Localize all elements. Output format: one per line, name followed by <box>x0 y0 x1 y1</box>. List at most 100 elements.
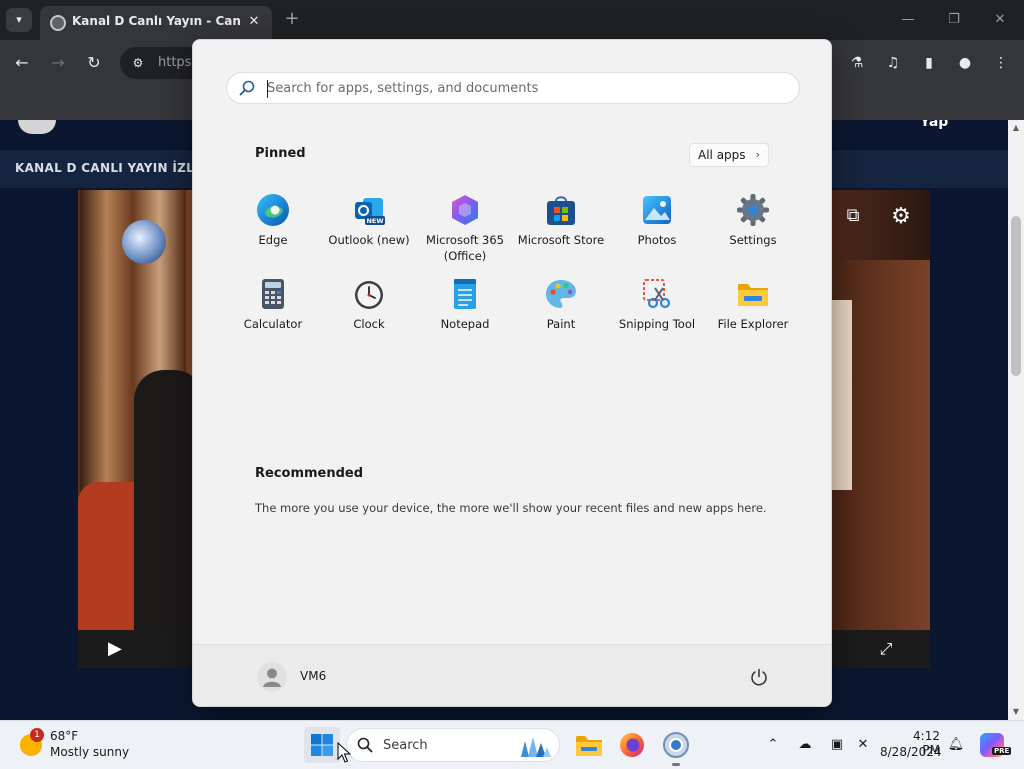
video-scene-figure <box>830 300 852 490</box>
play-icon[interactable]: ▶ <box>108 639 128 659</box>
weather-notification-badge: 1 <box>30 728 44 742</box>
pinned-app-paint[interactable]: Paint <box>513 276 609 356</box>
snipping-tool-icon <box>643 279 671 309</box>
user-name[interactable]: VM6 <box>300 669 326 683</box>
browser-tab-kanal-d[interactable]: Kanal D Canlı Yayın - Canlı TV İ ✕ <box>40 6 272 40</box>
outlook-icon: NEW <box>355 198 385 225</box>
file-explorer-taskbar-icon[interactable] <box>573 729 605 761</box>
microsoft-store-icon <box>547 196 575 225</box>
clock-date[interactable]: 8/28/2024 <box>880 745 942 759</box>
close-window-icon[interactable]: ✕ <box>988 10 1012 30</box>
network-icon[interactable]: ▣ <box>828 736 846 754</box>
address-bar-url: https: <box>158 55 196 70</box>
start-search-box[interactable] <box>226 72 800 104</box>
pinned-app-settings[interactable]: Settings <box>705 192 801 272</box>
pinned-app-calculator[interactable]: Calculator <box>225 276 321 356</box>
search-highlight-icon <box>521 737 551 757</box>
app-label: Calculator <box>243 317 303 331</box>
windows-logo-icon <box>311 734 333 756</box>
app-label: Settings <box>729 233 777 247</box>
side-panel-icon[interactable]: ▮ <box>918 52 940 74</box>
taskbar-search-label: Search <box>383 738 428 753</box>
taskbar: 1 68°F Mostly sunny Search ⌃ ☁ ▣ ✕ 4:12 … <box>0 720 1024 769</box>
user-account-button[interactable] <box>257 662 287 692</box>
pinned-app-photos[interactable]: Photos <box>609 192 705 272</box>
settings-gear-icon <box>737 194 769 226</box>
video-settings-gear-icon[interactable]: ⚙ <box>888 206 914 228</box>
tab-title: Kanal D Canlı Yayın - Canlı TV İ <box>72 14 240 28</box>
pinned-app-microsoft-365[interactable]: Microsoft 365 (Office) <box>417 192 513 272</box>
back-arrow-icon[interactable]: ← <box>11 52 33 74</box>
app-label: Microsoft Store <box>517 233 605 247</box>
pinned-app-microsoft-store[interactable]: Microsoft Store <box>513 192 609 272</box>
chrome-icon[interactable] <box>660 729 692 761</box>
start-menu-footer: VM6 <box>193 644 831 706</box>
chevron-right-icon: › <box>755 148 760 161</box>
app-label: Edge <box>258 233 288 247</box>
active-app-indicator <box>672 763 680 766</box>
start-search-input[interactable] <box>267 78 787 98</box>
picture-in-picture-icon[interactable]: ⧉ <box>840 206 866 226</box>
search-icon <box>239 80 255 96</box>
clock-icon <box>355 281 383 309</box>
app-label: Notepad <box>440 317 490 331</box>
microsoft-365-icon <box>452 195 478 225</box>
volume-muted-icon[interactable]: ✕ <box>854 736 872 754</box>
reload-icon[interactable]: ↻ <box>83 52 105 74</box>
site-menu-link[interactable]: Yap <box>920 120 948 130</box>
minimize-window-icon[interactable]: — <box>896 10 920 30</box>
site-info-icon[interactable]: ⚙ <box>130 55 146 71</box>
edge-icon <box>257 194 289 226</box>
search-icon <box>357 737 373 753</box>
browser-menu-icon[interactable]: ⋮ <box>990 52 1012 74</box>
app-label: Paint <box>546 317 576 331</box>
pinned-app-notepad[interactable]: Notepad <box>417 276 513 356</box>
calculator-icon <box>262 279 284 309</box>
page-title: KANAL D CANLI YAYIN İZLE <box>15 161 203 175</box>
scrollbar-thumb[interactable] <box>1011 216 1021 376</box>
tab-search-button[interactable]: ▾ <box>6 8 32 32</box>
profile-avatar-icon[interactable]: ● <box>954 52 976 74</box>
onedrive-offline-icon[interactable]: ☁ <box>796 736 814 754</box>
paint-icon <box>546 280 576 308</box>
pinned-app-file-explorer[interactable]: File Explorer <box>705 276 801 356</box>
all-apps-label: All apps <box>698 148 746 162</box>
app-label: Snipping Tool <box>618 317 696 331</box>
app-label: Outlook (new) <box>328 233 410 247</box>
mouse-cursor-icon <box>337 742 351 763</box>
firefox-icon[interactable] <box>616 729 648 761</box>
forward-arrow-icon[interactable]: → <box>47 52 69 74</box>
weather-description: Mostly sunny <box>50 745 130 759</box>
power-icon[interactable] <box>749 667 769 687</box>
page-scrollbar[interactable]: ▲ ▼ <box>1008 120 1024 720</box>
pinned-app-clock[interactable]: Clock <box>321 276 417 356</box>
app-label: Clock <box>353 317 385 331</box>
start-button[interactable] <box>304 727 340 763</box>
kanal-d-favicon <box>50 15 66 31</box>
all-apps-button[interactable]: All apps › <box>689 143 769 167</box>
labs-flask-icon[interactable]: ⚗ <box>846 52 868 74</box>
pinned-app-snipping-tool[interactable]: Snipping Tool <box>609 276 705 356</box>
scroll-down-arrow-icon[interactable]: ▼ <box>1008 704 1024 720</box>
weather-temperature: 68°F <box>50 729 79 743</box>
taskbar-search-box[interactable]: Search <box>346 728 560 762</box>
show-hidden-icons-chevron-up-icon[interactable]: ⌃ <box>764 736 782 754</box>
pinned-app-edge[interactable]: Edge <box>225 192 321 272</box>
text-caret <box>267 80 268 98</box>
kanal-d-logo <box>122 220 166 264</box>
close-tab-icon[interactable]: ✕ <box>244 12 264 32</box>
outlook-new-badge: NEW <box>366 217 383 225</box>
pinned-app-outlook[interactable]: NEW Outlook (new) <box>321 192 417 272</box>
new-tab-button[interactable]: + <box>282 9 302 29</box>
copilot-preview-badge: PRE <box>992 747 1012 755</box>
media-controls-icon[interactable]: ♫ <box>882 52 904 74</box>
app-label: File Explorer <box>717 317 789 331</box>
restore-window-icon[interactable]: ❐ <box>942 10 966 30</box>
notepad-icon <box>454 279 476 309</box>
pinned-heading: Pinned <box>255 146 306 161</box>
app-label: Photos <box>637 233 677 247</box>
site-logo <box>18 120 56 134</box>
notification-bell-icon[interactable]: 🔔︎ <box>947 736 965 754</box>
fullscreen-icon[interactable]: ⤢ <box>876 639 896 659</box>
scroll-up-arrow-icon[interactable]: ▲ <box>1008 120 1024 136</box>
